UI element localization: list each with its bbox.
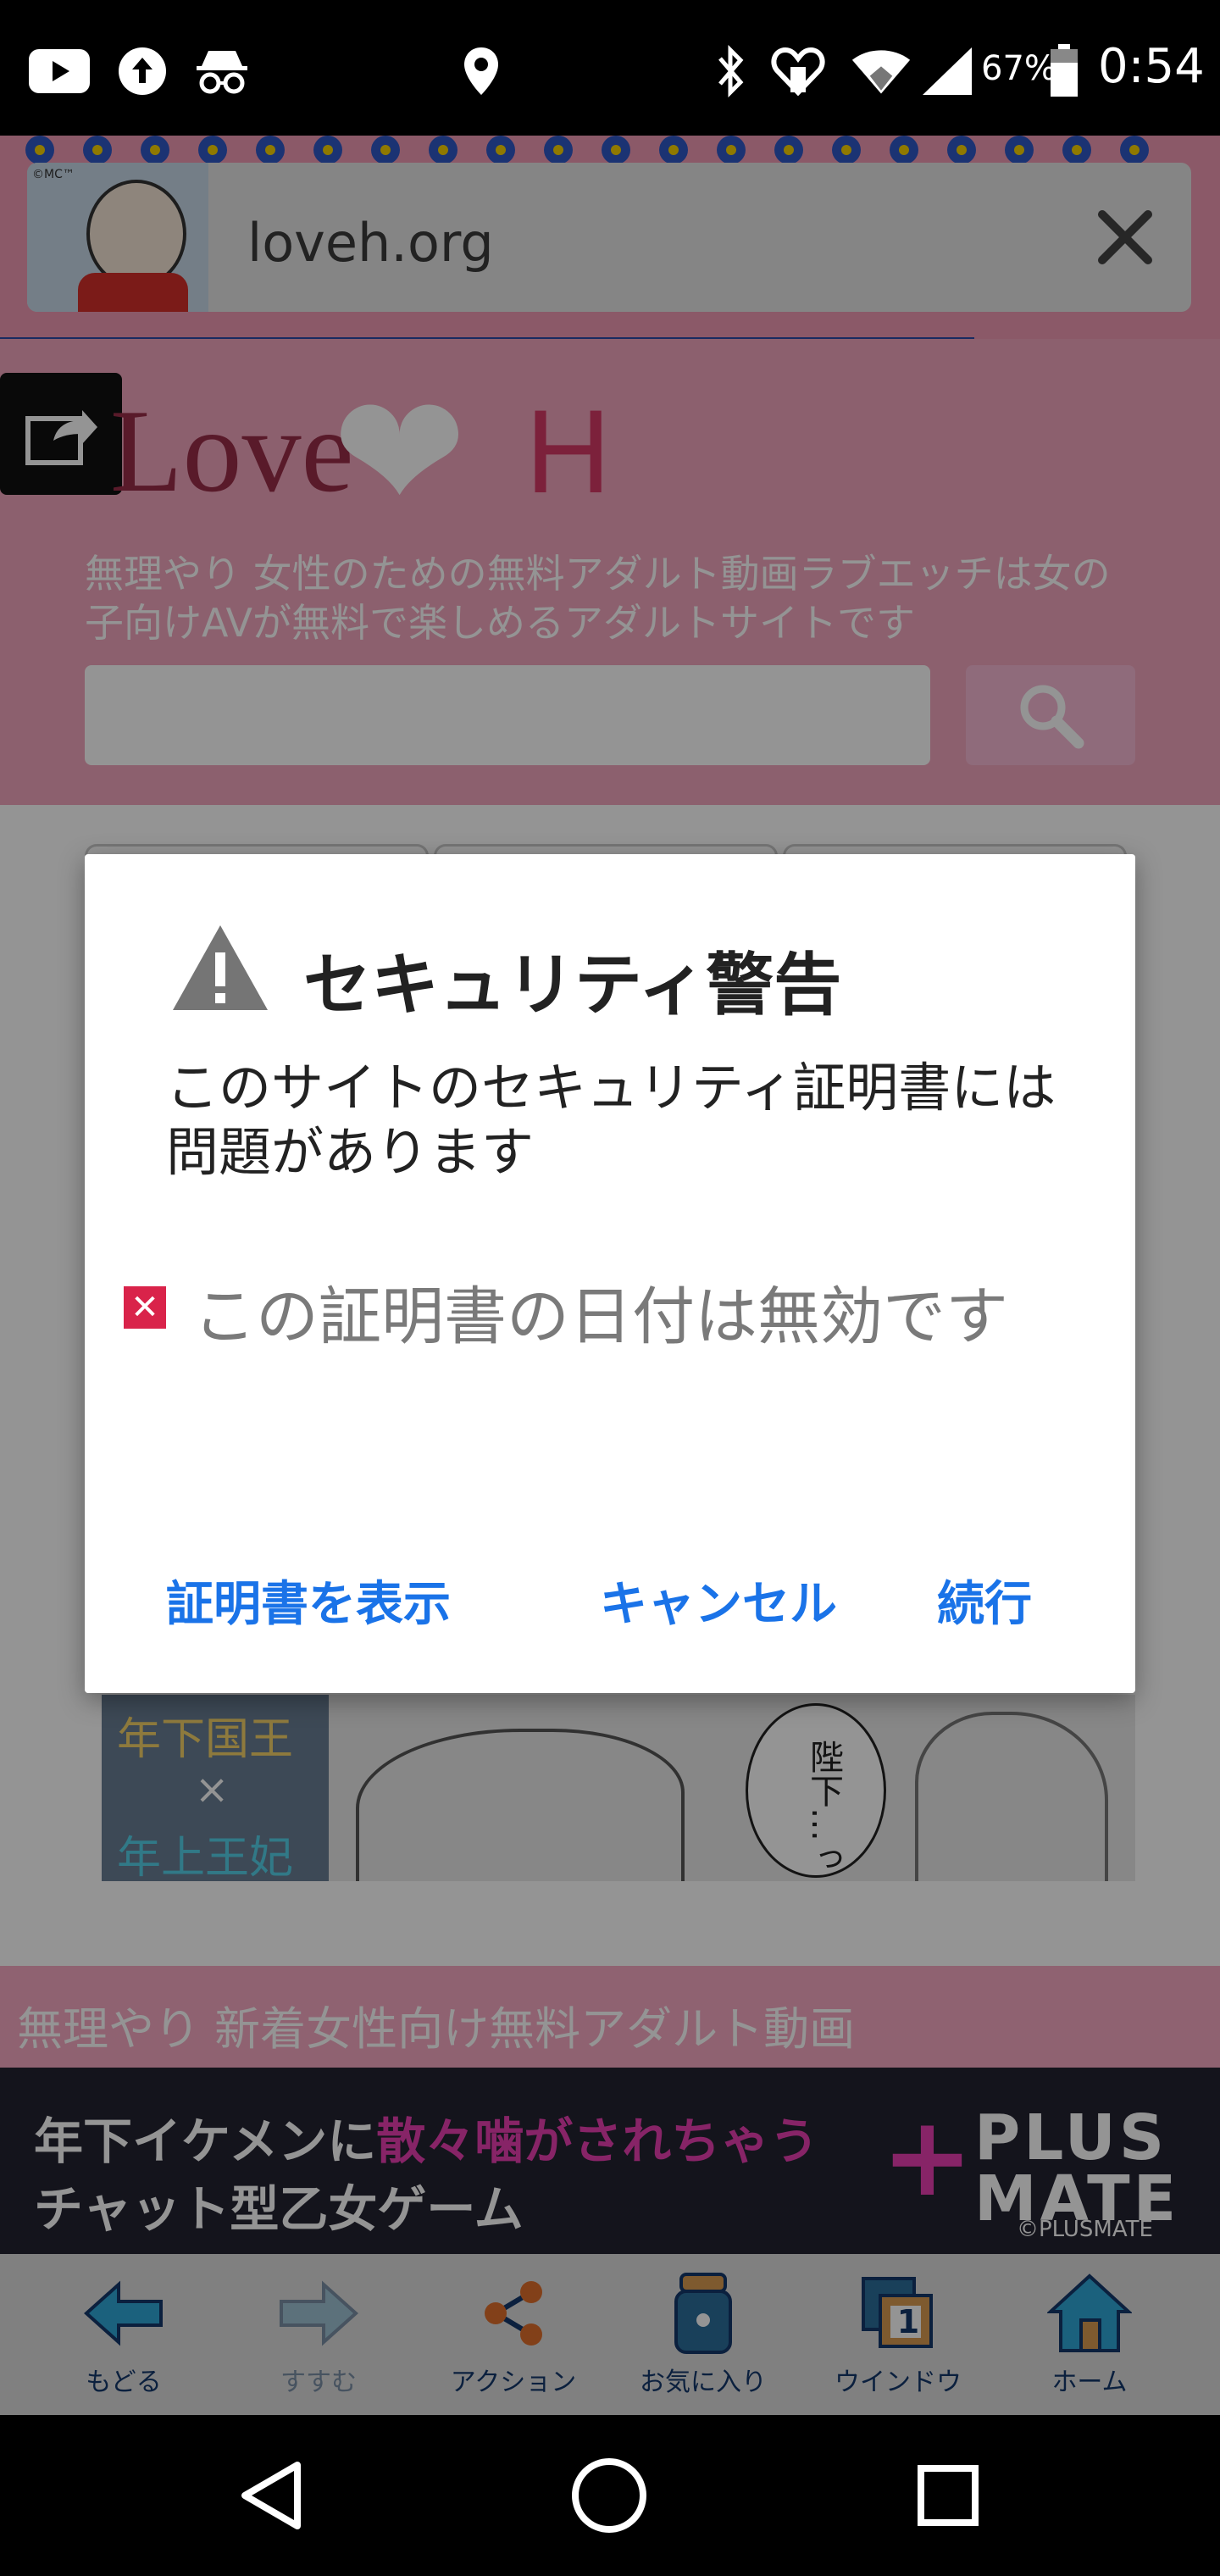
nav-back-icon[interactable]	[225, 2449, 319, 2542]
nav-home-icon[interactable]	[563, 2449, 656, 2542]
wifi-icon	[851, 41, 912, 102]
cancel-button[interactable]: キャンセル	[600, 1566, 837, 1635]
heart-signal-icon	[768, 41, 829, 102]
certificate-error-text: この証明書の日付は無効です	[193, 1280, 1008, 1353]
youtube-icon	[29, 41, 90, 102]
incognito-icon	[191, 41, 252, 102]
error-x-icon: ✕	[124, 1286, 166, 1329]
dialog-title: セキュリティ警告	[303, 946, 842, 1024]
continue-button[interactable]: 続行	[937, 1566, 1032, 1635]
view-certificate-button[interactable]: 証明書を表示	[166, 1566, 451, 1635]
clock: 0:54	[1098, 39, 1205, 94]
upload-icon	[112, 41, 173, 102]
battery-icon	[1045, 41, 1083, 102]
cellular-icon	[917, 41, 978, 102]
location-icon	[451, 41, 512, 102]
dialog-message: このサイトのセキュリティ証明書には問題があります	[166, 1057, 1056, 1183]
nav-recents-icon[interactable]	[901, 2449, 995, 2542]
warning-icon	[169, 922, 271, 1015]
system-nav-bar	[0, 2415, 1220, 2576]
bluetooth-icon	[700, 41, 761, 102]
status-bar: 67% 0:54	[0, 0, 1220, 136]
security-warning-dialog: セキュリティ警告 このサイトのセキュリティ証明書には問題があります ✕ この証明…	[85, 854, 1135, 1693]
